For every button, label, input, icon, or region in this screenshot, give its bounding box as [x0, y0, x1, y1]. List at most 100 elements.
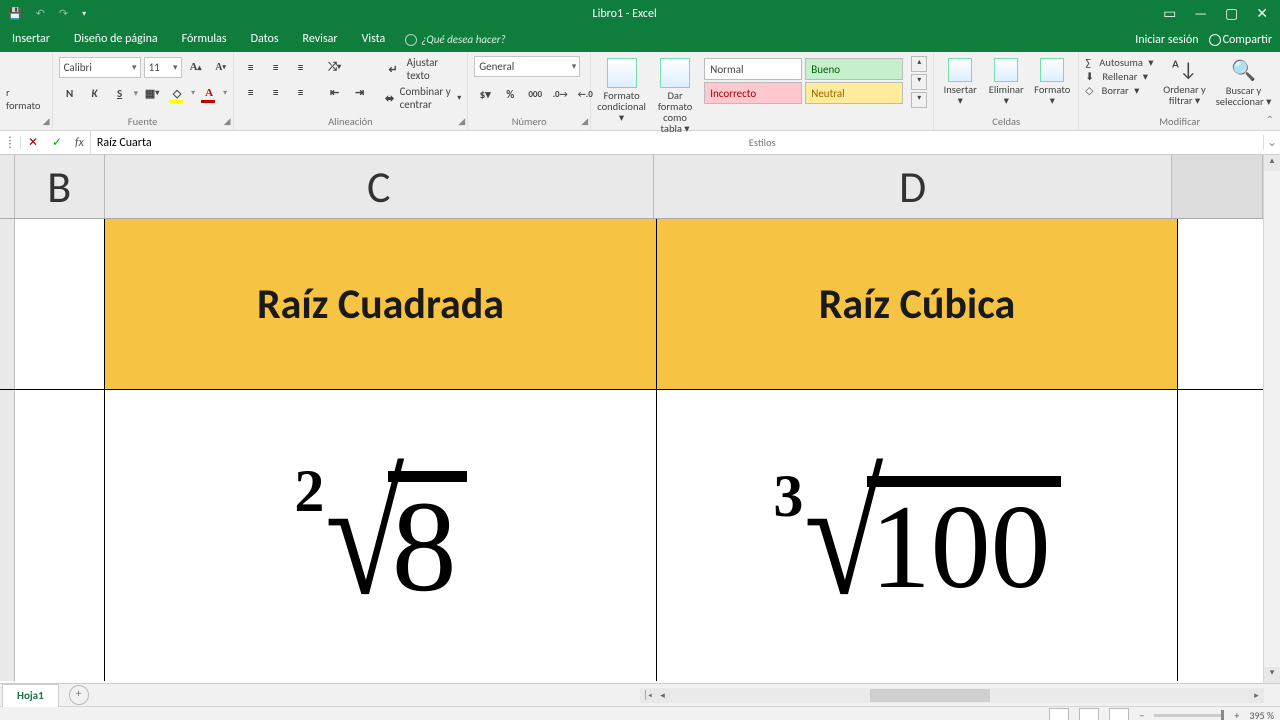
- percent-format-button[interactable]: %: [499, 83, 521, 105]
- normal-view-icon[interactable]: [1049, 708, 1069, 720]
- row-header-2[interactable]: [0, 390, 15, 681]
- minimize-icon[interactable]: —: [1194, 5, 1207, 22]
- align-center-button[interactable]: ≡: [265, 81, 287, 103]
- orientation-button[interactable]: ⤮▾: [324, 56, 346, 78]
- tab-review[interactable]: Revisar: [291, 27, 350, 52]
- font-name-dropdown[interactable]: Calibri: [59, 57, 141, 78]
- clipboard-launcher-icon[interactable]: ◢: [43, 116, 50, 127]
- zoom-slider[interactable]: [1154, 714, 1224, 717]
- comma-format-button[interactable]: 000: [524, 83, 546, 105]
- zoom-level[interactable]: 395 %: [1249, 709, 1274, 720]
- decrease-font-size-button[interactable]: A▾: [210, 56, 232, 78]
- cells-format-button[interactable]: Formato▾: [1032, 56, 1072, 106]
- cell-styles-more-icon[interactable]: ▾: [911, 92, 927, 108]
- zoom-out-button[interactable]: −: [1139, 709, 1144, 720]
- scroll-down-icon[interactable]: ▾: [1264, 667, 1280, 683]
- scroll-first-icon[interactable]: ⏐◂: [640, 688, 655, 703]
- align-right-button[interactable]: ≡: [290, 81, 312, 103]
- font-color-button[interactable]: A: [198, 82, 220, 104]
- zoom-in-button[interactable]: +: [1234, 709, 1239, 720]
- autosum-button[interactable]: ∑ Autosuma ▾: [1085, 56, 1153, 69]
- cancel-formula-icon[interactable]: ✕: [21, 135, 45, 150]
- horizontal-scrollbar[interactable]: ⏐◂ ◂ ▸: [640, 688, 1264, 703]
- name-box-dropdown-icon[interactable]: ⁞: [0, 136, 21, 150]
- cell-b1[interactable]: [15, 219, 105, 389]
- align-bottom-button[interactable]: ≡: [290, 56, 312, 78]
- align-left-button[interactable]: ≡: [240, 81, 262, 103]
- close-icon[interactable]: ✕: [1256, 5, 1268, 22]
- sign-in-link[interactable]: Iniciar sesión: [1135, 33, 1198, 47]
- decrease-indent-button[interactable]: ⇤: [324, 81, 346, 103]
- sheet-tab-hoja1[interactable]: Hoja1: [2, 684, 59, 707]
- align-middle-button[interactable]: ≡: [265, 56, 287, 78]
- alignment-launcher-icon[interactable]: ◢: [458, 116, 465, 127]
- row-header-1[interactable]: [0, 219, 15, 389]
- cells-delete-button[interactable]: Eliminar▾: [986, 56, 1026, 106]
- cell-style-bad[interactable]: Incorrecto: [704, 82, 802, 104]
- collapse-ribbon-icon[interactable]: ⌃: [1266, 113, 1274, 126]
- tab-page-layout[interactable]: Diseño de página: [62, 27, 170, 52]
- scroll-up-icon[interactable]: ▴: [1264, 155, 1280, 171]
- hscroll-thumb[interactable]: [870, 689, 990, 702]
- wrap-text-button[interactable]: ↵Ajustar texto: [383, 56, 462, 82]
- scroll-right-icon[interactable]: ▸: [1249, 688, 1264, 703]
- column-header-next[interactable]: [1172, 155, 1263, 218]
- tab-insert[interactable]: Insertar: [0, 27, 62, 52]
- qat-customize-icon[interactable]: ▾: [82, 9, 86, 19]
- cell-c2[interactable]: 2 √8: [105, 390, 657, 681]
- tell-me-search[interactable]: ¿Qué desea hacer?: [405, 33, 505, 46]
- borders-button[interactable]: ▦▾: [141, 82, 163, 104]
- italic-button[interactable]: K: [84, 82, 106, 104]
- fill-color-button[interactable]: ◇: [166, 82, 188, 104]
- increase-font-size-button[interactable]: A▴: [185, 56, 207, 78]
- find-select-button[interactable]: 🔍Buscar y seleccionar ▾: [1216, 56, 1272, 107]
- vertical-scrollbar[interactable]: ▴ ▾: [1263, 155, 1280, 683]
- cell-grid[interactable]: B C D Raíz Cuadrada Raíz Cúbica 2 √8 3: [0, 155, 1263, 683]
- maximize-icon[interactable]: ▢: [1225, 5, 1238, 22]
- merge-center-button[interactable]: ⬌Combinar y centrar▾: [383, 85, 462, 111]
- cell-style-normal[interactable]: Normal: [704, 58, 802, 80]
- fill-button[interactable]: ⬇ Rellenar ▾: [1085, 70, 1153, 83]
- font-launcher-icon[interactable]: ◢: [224, 116, 231, 127]
- font-size-dropdown[interactable]: 11: [144, 57, 182, 78]
- insert-function-icon[interactable]: fx: [75, 136, 84, 150]
- tab-data[interactable]: Datos: [239, 27, 291, 52]
- enter-formula-icon[interactable]: ✓: [45, 135, 69, 150]
- cell-b2[interactable]: [15, 390, 105, 681]
- cell-styles-scroll-down-icon[interactable]: ▾: [911, 74, 927, 90]
- cell-d1[interactable]: Raíz Cúbica: [657, 219, 1178, 389]
- cells-insert-button[interactable]: Insertar▾: [940, 56, 980, 106]
- tab-formulas[interactable]: Fórmulas: [170, 27, 239, 52]
- format-as-table-button[interactable]: Dar formato como tabla ▾: [652, 56, 698, 134]
- clear-button[interactable]: ◇ Borrar ▾: [1085, 84, 1153, 97]
- increase-decimal-button[interactable]: .0→: [549, 83, 571, 105]
- column-header-c[interactable]: C: [105, 155, 654, 218]
- bold-button[interactable]: N: [59, 82, 81, 104]
- share-button[interactable]: Compartir: [1209, 33, 1272, 47]
- page-layout-view-icon[interactable]: [1079, 708, 1099, 720]
- cell-c1[interactable]: Raíz Cuadrada: [105, 219, 657, 389]
- new-sheet-button[interactable]: +: [69, 685, 89, 705]
- column-header-b[interactable]: B: [15, 155, 105, 218]
- format-painter-button[interactable]: r formato: [6, 86, 46, 112]
- column-header-d[interactable]: D: [654, 155, 1173, 218]
- accounting-format-button[interactable]: $▾: [474, 83, 496, 105]
- cell-styles-scroll-up-icon[interactable]: ▴: [911, 56, 927, 72]
- ribbon-display-options-icon[interactable]: ▭: [1163, 5, 1176, 22]
- number-format-dropdown[interactable]: General: [474, 56, 580, 77]
- page-break-view-icon[interactable]: [1109, 708, 1129, 720]
- cell-style-neutral[interactable]: Neutral: [805, 82, 903, 104]
- align-top-button[interactable]: ≡: [240, 56, 262, 78]
- expand-formula-bar-icon[interactable]: ⌄: [1263, 135, 1280, 150]
- increase-indent-button[interactable]: ⇥: [349, 81, 371, 103]
- select-all-corner[interactable]: [0, 155, 15, 218]
- conditional-formatting-button[interactable]: Formato condicional ▾: [597, 56, 646, 123]
- redo-icon[interactable]: ↷: [59, 7, 68, 20]
- cell-d2[interactable]: 3 √100: [657, 390, 1178, 681]
- underline-button[interactable]: S: [109, 82, 131, 104]
- undo-icon[interactable]: ↶: [36, 7, 45, 20]
- save-icon[interactable]: 💾: [8, 7, 22, 20]
- hscroll-track[interactable]: [670, 688, 1249, 703]
- sort-filter-button[interactable]: ᴬ↓Ordenar y filtrar ▾: [1160, 56, 1210, 106]
- tab-view[interactable]: Vista: [350, 27, 398, 52]
